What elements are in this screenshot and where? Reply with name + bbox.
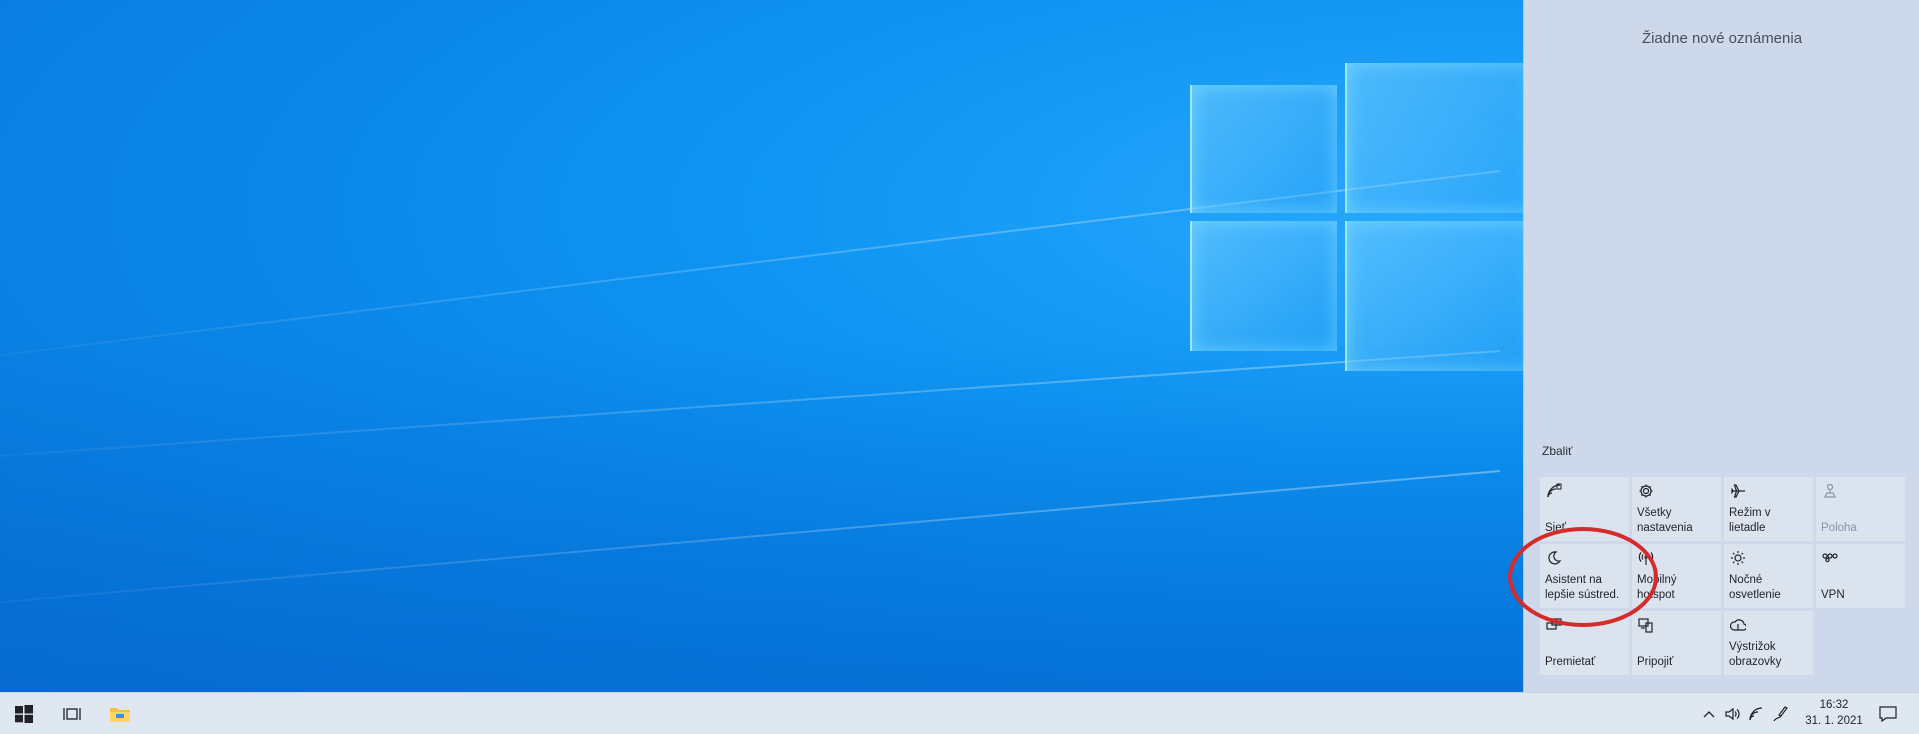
tile-night-light[interactable]: Nočné osvetlenie (1724, 544, 1813, 608)
connect-icon (1638, 617, 1654, 633)
clock-date: 31. 1. 2021 (1805, 715, 1863, 727)
tile-label: Pripojiť (1637, 656, 1674, 668)
tile-focus-assist[interactable]: Asistent na lepšie sústred. (1540, 544, 1629, 608)
tile-label: Sieť (1545, 522, 1566, 534)
pen-workspace-icon[interactable] (1772, 705, 1790, 723)
tile-connect[interactable]: Pripojiť (1632, 611, 1721, 675)
tile-vpn[interactable]: VPN (1816, 544, 1905, 608)
wallpaper-floor (0, 340, 1530, 692)
tile-label: Výstrižok obrazovky (1729, 641, 1782, 668)
file-explorer-button[interactable] (96, 693, 144, 734)
show-hidden-icons-chevron-up-icon[interactable] (1700, 705, 1718, 723)
vpn-icon (1822, 550, 1838, 566)
action-center-panel: Žiadne nové oznámenia Zbaliť Sieť Všetky… (1523, 0, 1919, 692)
tile-location[interactable]: Poloha (1816, 477, 1905, 541)
start-button[interactable] (0, 693, 48, 734)
task-view-button[interactable] (48, 693, 96, 734)
quick-actions-grid: Sieť Všetky nastavenia Režim v lietadle (1540, 477, 1905, 675)
tile-label: Asistent na lepšie sústred. (1545, 574, 1620, 601)
taskbar-clock[interactable]: 16:32 31. 1. 2021 (1795, 697, 1873, 729)
network-icon (1546, 483, 1562, 499)
clock-time: 16:32 (1819, 699, 1849, 711)
snip-icon (1730, 617, 1746, 633)
tile-network[interactable]: Sieť (1540, 477, 1629, 541)
logo-pane (1190, 221, 1337, 351)
project-icon (1546, 617, 1562, 633)
tile-label: Premietať (1545, 656, 1596, 668)
tile-label: Nočné osvetlenie (1729, 574, 1781, 601)
folder-icon (109, 705, 131, 723)
task-view-icon (63, 706, 81, 722)
windows-start-icon (15, 704, 33, 723)
no-notifications-text: Žiadne nové oznámenia (1641, 30, 1803, 47)
tile-all-settings[interactable]: Všetky nastavenia (1632, 477, 1721, 541)
tile-airplane-mode[interactable]: Režim v lietadle (1724, 477, 1813, 541)
taskbar: 16:32 31. 1. 2021 (0, 692, 1919, 734)
tile-screen-snip[interactable]: Výstrižok obrazovky (1724, 611, 1813, 675)
tile-label: Všetky nastavenia (1637, 507, 1693, 534)
tile-project[interactable]: Premietať (1540, 611, 1629, 675)
network-tray-icon[interactable] (1747, 705, 1765, 723)
volume-icon[interactable] (1723, 705, 1741, 723)
tile-placeholder (1816, 611, 1905, 675)
windows-logo-wallpaper (1190, 55, 1532, 375)
gear-icon (1638, 483, 1654, 499)
tile-mobile-hotspot[interactable]: Mobilný hotspot (1632, 544, 1721, 608)
tile-label: Poloha (1821, 522, 1857, 534)
airplane-icon (1730, 483, 1746, 499)
logo-pane (1345, 221, 1532, 371)
action-center-button[interactable] (1878, 704, 1898, 724)
tile-label: Režim v lietadle (1729, 507, 1771, 534)
location-icon (1822, 483, 1838, 499)
collapse-link[interactable]: Zbaliť (1542, 444, 1573, 458)
hotspot-icon (1638, 550, 1654, 566)
tile-label: VPN (1821, 589, 1845, 601)
logo-pane (1345, 63, 1532, 213)
tile-label: Mobilný hotspot (1637, 574, 1677, 601)
logo-pane (1190, 85, 1337, 213)
brightness-icon (1730, 550, 1746, 566)
moon-icon (1546, 550, 1562, 566)
